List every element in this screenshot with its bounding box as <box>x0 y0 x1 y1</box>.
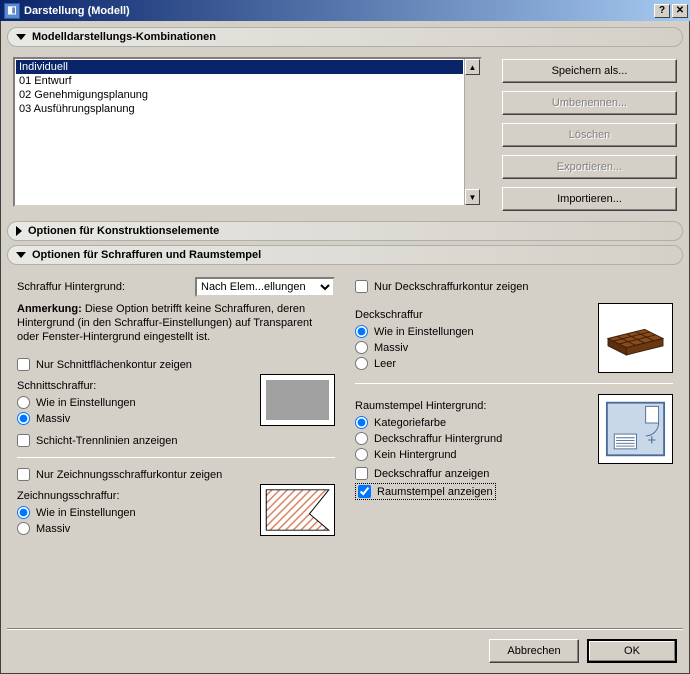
title-bar: ◧ Darstellung (Modell) ? ✕ <box>0 0 690 21</box>
cut-fill-solid-radio[interactable]: Massiv <box>17 412 252 425</box>
cut-fill-label: Schnittschraffur: <box>17 380 252 392</box>
ok-button[interactable]: OK <box>587 639 677 663</box>
section-label: Optionen für Konstruktionselemente <box>28 225 219 237</box>
zone-bg-cover-radio[interactable]: Deckschraffur Hintergrund <box>355 432 590 445</box>
zone-background-label: Raumstempel Hintergrund: <box>355 400 590 412</box>
scroll-up-icon[interactable]: ▲ <box>465 59 480 75</box>
section-header-combinations[interactable]: Modelldarstellungs-Kombinationen <box>7 27 683 47</box>
svg-text:+: + <box>648 433 657 449</box>
section-header-fills[interactable]: Optionen für Schraffuren und Raumstempel <box>7 245 683 265</box>
note-text: Anmerkung: Diese Option betrifft keine S… <box>17 303 317 344</box>
zone-bg-none-radio[interactable]: Kein Hintergrund <box>355 448 590 461</box>
layer-separators-checkbox[interactable]: Schicht-Trennlinien anzeigen <box>17 434 335 447</box>
cut-fill-as-settings-radio[interactable]: Wie in Einstellungen <box>17 396 252 409</box>
dialog-footer: Abbrechen OK <box>7 628 683 667</box>
draft-fill-solid-radio[interactable]: Massiv <box>17 522 252 535</box>
cover-fill-as-settings-radio[interactable]: Wie in Einstellungen <box>355 325 590 338</box>
section-body-combinations: Individuell 01 Entwurf 02 Genehmigungspl… <box>7 51 683 221</box>
section-label: Modelldarstellungs-Kombinationen <box>32 31 216 43</box>
button-column: Speichern als... Umbenennen... Löschen E… <box>502 57 677 211</box>
chevron-down-icon <box>16 34 26 40</box>
section-label: Optionen für Schraffuren und Raumstempel <box>32 249 261 261</box>
cover-fill-label: Deckschraffur <box>355 309 590 321</box>
list-item[interactable]: 01 Entwurf <box>16 74 463 88</box>
save-as-button[interactable]: Speichern als... <box>502 59 677 83</box>
fill-background-label: Schraffur Hintergrund: <box>17 281 125 293</box>
section-body-fills: Schraffur Hintergrund: Nach Elem...ellun… <box>7 269 683 546</box>
list-item[interactable]: 03 Ausführungsplanung <box>16 102 463 116</box>
window-title: Darstellung (Modell) <box>24 5 130 17</box>
cut-fill-preview <box>260 374 335 426</box>
cancel-button[interactable]: Abbrechen <box>489 639 579 663</box>
list-item[interactable]: 02 Genehmigungsplanung <box>16 88 463 102</box>
draft-fill-label: Zeichnungsschraffur: <box>17 490 252 502</box>
divider <box>17 457 335 458</box>
show-stamp-checkbox-wrapper: Raumstempel anzeigen <box>355 483 496 500</box>
import-button[interactable]: Importieren... <box>502 187 677 211</box>
delete-button[interactable]: Löschen <box>502 123 677 147</box>
draft-fill-as-settings-radio[interactable]: Wie in Einstellungen <box>17 506 252 519</box>
cover-contour-only-checkbox[interactable]: Nur Deckschraffurkontur zeigen <box>355 280 673 293</box>
dialog-client: Modelldarstellungs-Kombinationen Individ… <box>0 21 690 674</box>
show-stamp-checkbox[interactable]: Raumstempel anzeigen <box>358 485 493 498</box>
rename-button[interactable]: Umbenennen... <box>502 91 677 115</box>
zone-bg-category-radio[interactable]: Kategoriefarbe <box>355 416 590 429</box>
fill-background-select[interactable]: Nach Elem...ellungen <box>195 277 335 297</box>
left-column: Schraffur Hintergrund: Nach Elem...ellun… <box>17 277 335 538</box>
chevron-down-icon <box>16 252 26 258</box>
right-column: Nur Deckschraffurkontur zeigen Deckschra… <box>355 277 673 538</box>
help-button[interactable]: ? <box>654 4 670 18</box>
close-button[interactable]: ✕ <box>672 4 688 18</box>
chevron-right-icon <box>16 226 22 236</box>
app-icon: ◧ <box>4 3 20 19</box>
divider <box>355 383 673 384</box>
cut-contour-only-checkbox[interactable]: Nur Schnittflächenkontur zeigen <box>17 358 335 371</box>
cover-fill-solid-radio[interactable]: Massiv <box>355 341 590 354</box>
draft-contour-only-checkbox[interactable]: Nur Zeichnungsschraffurkontur zeigen <box>17 468 335 481</box>
combinations-listbox[interactable]: Individuell 01 Entwurf 02 Genehmigungspl… <box>13 57 482 207</box>
scrollbar[interactable]: ▲ ▼ <box>464 59 480 205</box>
section-header-construction[interactable]: Optionen für Konstruktionselemente <box>7 221 683 241</box>
export-button[interactable]: Exportieren... <box>502 155 677 179</box>
cover-fill-empty-radio[interactable]: Leer <box>355 357 590 370</box>
cover-fill-preview <box>598 303 673 373</box>
scroll-down-icon[interactable]: ▼ <box>465 189 480 205</box>
zone-preview: + <box>598 394 673 464</box>
show-cover-checkbox[interactable]: Deckschraffur anzeigen <box>355 467 590 480</box>
list-item[interactable]: Individuell <box>16 60 463 74</box>
draft-fill-preview <box>260 484 335 536</box>
